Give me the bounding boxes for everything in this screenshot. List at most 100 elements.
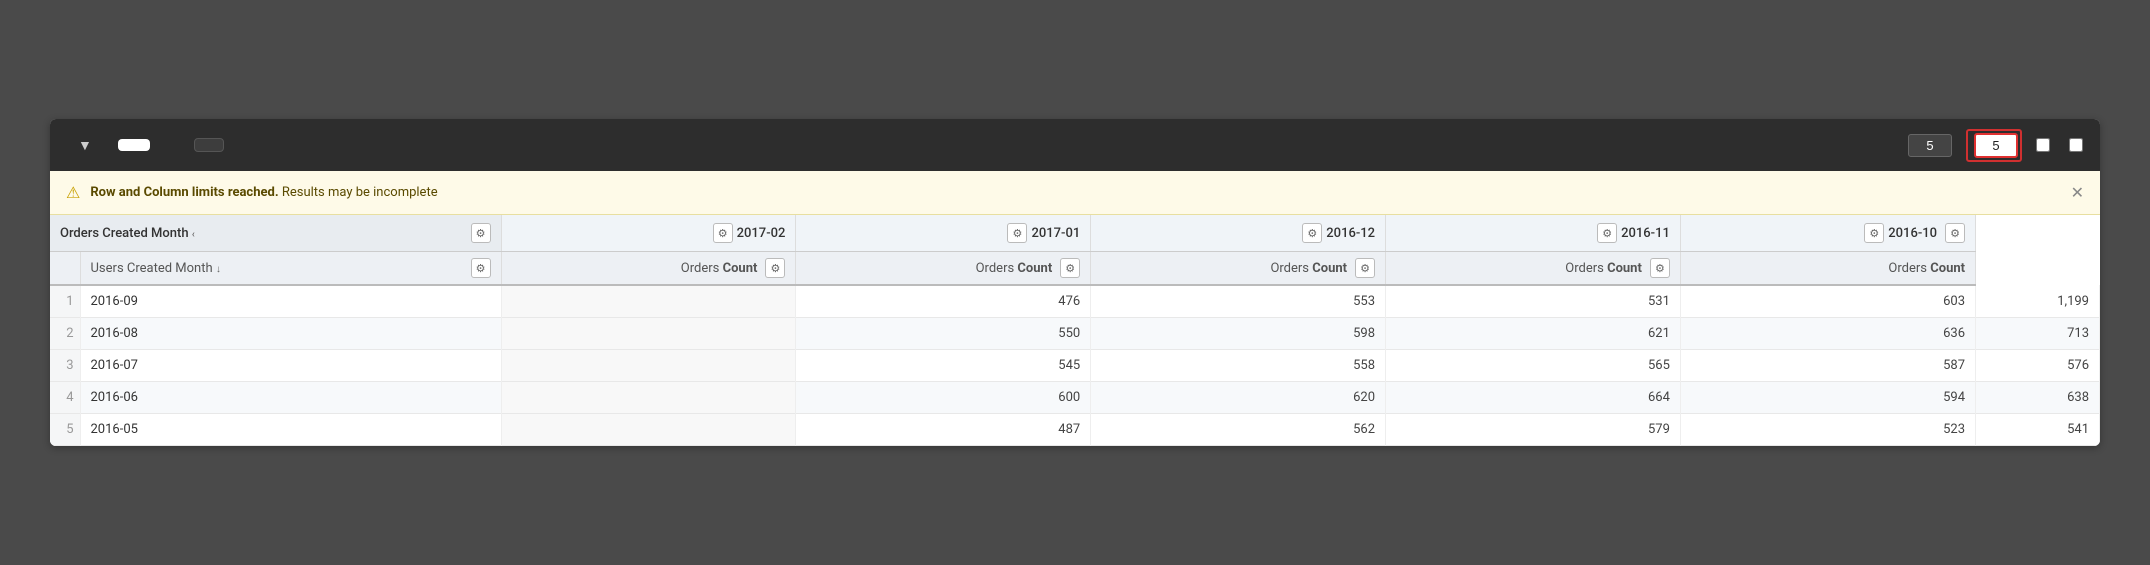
measure-header-4: Orders Count ⚙ [1386, 252, 1681, 286]
value-cell: 620 [1091, 382, 1386, 414]
dimension-cell: 2016-08 [80, 318, 501, 350]
col-header-2016-10: ⚙ 2016-10 ⚙ [1680, 215, 1975, 252]
value-cell: 603 [1680, 285, 1975, 318]
value-cell: 713 [1976, 318, 2100, 350]
results-table: Orders Created Month ‹ ⚙ ⚙ 2017-02 [50, 215, 2100, 446]
value-cell: 545 [796, 350, 1091, 382]
totals-checkbox[interactable] [2036, 138, 2050, 152]
dimension-cell: 2016-06 [80, 382, 501, 414]
row-number: 3 [50, 350, 80, 382]
tab-results[interactable] [118, 139, 150, 151]
value-cell [501, 350, 796, 382]
row-dim-header-label: Users Created Month ↓ [91, 261, 221, 276]
pivot-dim-header-label: Orders Created Month ‹ [60, 226, 195, 241]
col-2016-11-gear-icon[interactable]: ⚙ [1597, 223, 1617, 243]
value-cell: 562 [1091, 414, 1386, 446]
measure-5-label: Orders Count [1888, 261, 1965, 276]
toolbar-controls [1902, 129, 2088, 162]
table-row: 22016-08 550598621636713 [50, 318, 2100, 350]
value-cell: 594 [1680, 382, 1975, 414]
value-cell: 550 [796, 318, 1091, 350]
col-2016-10-gear-icon[interactable]: ⚙ [1864, 223, 1884, 243]
measure-2-gear-icon[interactable]: ⚙ [1060, 258, 1080, 278]
row-limit-input[interactable] [1908, 134, 1952, 157]
value-cell: 579 [1386, 414, 1681, 446]
warning-bold: Row and Column limits reached. [90, 185, 278, 200]
value-cell: 664 [1386, 382, 1681, 414]
col-2016-11-label: 2016-11 [1621, 226, 1670, 241]
value-cell: 598 [1091, 318, 1386, 350]
measure-3-label: Orders Count [1270, 261, 1347, 276]
col-header-2016-12: ⚙ 2016-12 [1091, 215, 1386, 252]
col-2016-12-gear-icon[interactable]: ⚙ [1302, 223, 1322, 243]
warning-rest: Results may be incomplete [279, 185, 438, 200]
col-header-2017-01: ⚙ 2017-01 [796, 215, 1091, 252]
value-cell: 636 [1680, 318, 1975, 350]
measure-4-gear-icon[interactable]: ⚙ [1650, 258, 1670, 278]
value-cell [501, 414, 796, 446]
row-dim-header: Users Created Month ↓ ⚙ [80, 252, 501, 286]
row-number: 2 [50, 318, 80, 350]
row-dim-gear-icon[interactable]: ⚙ [471, 258, 491, 278]
toolbar: ▼ [50, 119, 2100, 171]
value-cell: 476 [796, 285, 1091, 318]
col-2017-01-label: 2017-01 [1031, 226, 1080, 241]
value-cell [501, 382, 796, 414]
value-cell: 587 [1680, 350, 1975, 382]
add-calculation-button[interactable] [194, 138, 224, 152]
row-limit-group [1902, 134, 1952, 157]
measure-header-5: Orders Count [1680, 252, 1975, 286]
col-header-2016-11: ⚙ 2016-11 [1386, 215, 1681, 252]
measure-1-gear-icon[interactable]: ⚙ [765, 258, 785, 278]
col-2016-12-label: 2016-12 [1326, 226, 1375, 241]
tab-sql[interactable] [154, 139, 186, 151]
main-container: ▼ [50, 119, 2100, 446]
measure-header-2: Orders Count ⚙ [796, 252, 1091, 286]
value-cell: 565 [1386, 350, 1681, 382]
dimension-cell: 2016-07 [80, 350, 501, 382]
col-limit-input[interactable] [1974, 133, 2018, 158]
row-totals-checkbox-group [2069, 138, 2088, 152]
chevron-down-icon: ▼ [78, 137, 92, 154]
col-2017-01-gear-icon[interactable]: ⚙ [1007, 223, 1027, 243]
col-limit-highlight-box [1966, 129, 2022, 162]
col-2017-02-gear-icon[interactable]: ⚙ [713, 223, 733, 243]
value-cell: 553 [1091, 285, 1386, 318]
measure-1-label: Orders Count [681, 261, 758, 276]
value-cell: 523 [1680, 414, 1975, 446]
col-last-gear-icon[interactable]: ⚙ [1945, 223, 1965, 243]
measure-2-label: Orders Count [976, 261, 1053, 276]
table-header-row-1: Orders Created Month ‹ ⚙ ⚙ 2017-02 [50, 215, 2100, 252]
row-totals-checkbox[interactable] [2069, 138, 2083, 152]
measure-header-3: Orders Count ⚙ [1091, 252, 1386, 286]
table-row: 12016-094765535316031,199 [50, 285, 2100, 318]
col-2016-10-label: 2016-10 [1888, 226, 1937, 241]
pivot-dim-gear-icon[interactable]: ⚙ [471, 223, 491, 243]
warning-message: Row and Column limits reached. Results m… [90, 185, 437, 200]
table-row: 52016-05487562579523541 [50, 414, 2100, 446]
value-cell [501, 285, 796, 318]
warning-close-icon[interactable]: ✕ [2071, 183, 2084, 202]
value-cell [501, 318, 796, 350]
value-cell: 638 [1976, 382, 2100, 414]
table-body: 12016-094765535316031,19922016-085505986… [50, 285, 2100, 446]
row-number: 5 [50, 414, 80, 446]
value-cell: 1,199 [1976, 285, 2100, 318]
value-cell: 621 [1386, 318, 1681, 350]
pivot-dim-header: Orders Created Month ‹ ⚙ [50, 215, 501, 252]
table-row: 42016-06600620664594638 [50, 382, 2100, 414]
value-cell: 558 [1091, 350, 1386, 382]
results-table-wrapper: Orders Created Month ‹ ⚙ ⚙ 2017-02 [50, 215, 2100, 446]
value-cell: 531 [1386, 285, 1681, 318]
warning-icon: ⚠ [66, 183, 80, 202]
col-header-2017-02: ⚙ 2017-02 [501, 215, 796, 252]
measure-4-label: Orders Count [1565, 261, 1642, 276]
tab-data[interactable]: ▼ [62, 131, 114, 160]
row-sort-icon: ↓ [216, 264, 221, 275]
measure-header-1: Orders Count ⚙ [501, 252, 796, 286]
value-cell: 576 [1976, 350, 2100, 382]
value-cell: 541 [1976, 414, 2100, 446]
table-header-row-2: Users Created Month ↓ ⚙ Orders Count ⚙ [50, 252, 2100, 286]
measure-3-gear-icon[interactable]: ⚙ [1355, 258, 1375, 278]
table-row: 32016-07 545558565587576 [50, 350, 2100, 382]
